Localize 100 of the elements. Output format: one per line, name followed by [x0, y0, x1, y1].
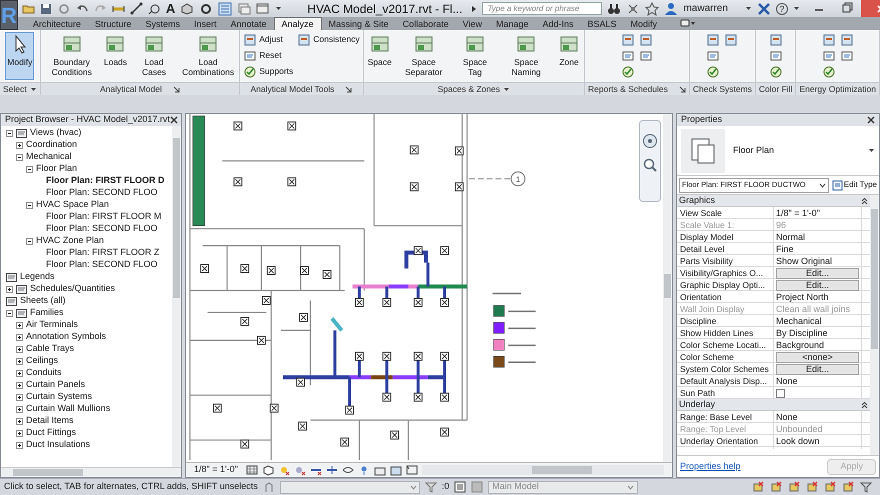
tree-toggle-icon[interactable] — [16, 322, 23, 328]
ribbon-tab[interactable]: Architecture — [26, 17, 88, 30]
close-icon[interactable] — [170, 116, 178, 124]
tree-toggle-icon[interactable] — [6, 286, 13, 292]
text-tool-button[interactable]: A — [166, 2, 176, 15]
tree-item[interactable]: Families — [30, 306, 64, 320]
caret-icon[interactable] — [30, 86, 37, 92]
tree-toggle-icon[interactable] — [16, 406, 23, 412]
property-value[interactable]: Project North — [776, 291, 829, 304]
tree-item[interactable]: Conduits — [26, 366, 62, 380]
tool-icon[interactable] — [638, 48, 653, 62]
binoculars-icon[interactable] — [607, 2, 622, 16]
ribbon-tab[interactable]: Modify — [624, 17, 664, 30]
help-link[interactable]: Properties help — [680, 460, 741, 474]
tool-icon[interactable] — [768, 32, 783, 46]
ribbon-button[interactable]: Space Separator — [394, 32, 453, 80]
tree-item[interactable]: Floor Plan — [36, 162, 78, 176]
tree-toggle-icon[interactable] — [16, 346, 23, 352]
tree-item[interactable]: Curtain Wall Mullions — [26, 402, 110, 416]
search-field[interactable]: Type a keyword or phrase — [482, 2, 602, 15]
caret-icon[interactable] — [744, 5, 752, 12]
property-button[interactable]: Edit... — [776, 364, 859, 374]
tool-icon[interactable] — [768, 48, 783, 62]
save-icon[interactable] — [40, 2, 53, 15]
ribbon-button[interactable]: Loads — [102, 32, 130, 80]
scroll-bar[interactable] — [870, 195, 879, 455]
view-scale[interactable]: 1/8" = 1'-0" — [194, 463, 238, 477]
tool-icon[interactable] — [620, 48, 635, 62]
property-value[interactable]: None — [776, 411, 798, 424]
tree-item[interactable]: Cable Trays — [26, 342, 74, 356]
aligned-dimension-icon[interactable] — [130, 2, 143, 15]
scroll-bar[interactable] — [1, 467, 181, 477]
ribbon-tab[interactable]: Add-Ins — [535, 17, 581, 30]
tree-toggle-icon[interactable] — [6, 130, 13, 136]
tree-item[interactable]: Coordination — [26, 138, 78, 152]
launcher-arrow-icon[interactable] — [678, 86, 686, 92]
ribbon-button[interactable]: Reset — [243, 48, 294, 63]
tool-icon[interactable] — [706, 48, 720, 62]
type-selector[interactable]: Floor Plan — [677, 126, 879, 176]
tree-item[interactable]: Views (hvac) — [30, 126, 82, 140]
tree-toggle-icon[interactable] — [16, 430, 23, 436]
caret-icon[interactable] — [868, 147, 875, 154]
tree-toggle-icon[interactable] — [16, 370, 23, 376]
caret-icon[interactable] — [792, 5, 800, 12]
ribbon-tab[interactable]: Massing & Site — [322, 17, 396, 30]
caret-icon[interactable] — [502, 86, 510, 92]
tree-item[interactable]: HVAC Zone Plan — [36, 234, 104, 248]
tree-item[interactable]: Floor Plan: SECOND FLOO — [46, 186, 158, 200]
collapse-chevron-icon[interactable] — [861, 400, 868, 408]
launcher-arrow-icon[interactable] — [172, 86, 180, 92]
tree-item[interactable]: Air Terminals — [26, 318, 78, 332]
ribbon-button[interactable]: Adjust — [243, 32, 294, 47]
ribbon-button[interactable]: Space — [366, 32, 394, 80]
ribbon-button[interactable]: Boundary Conditions — [42, 32, 101, 80]
exchange-icon[interactable] — [756, 2, 771, 16]
tree-item[interactable]: Sheets (all) — [20, 294, 66, 308]
tree-item[interactable]: Floor Plan: FIRST FLOOR M — [46, 210, 162, 224]
ribbon-button[interactable]: Modify — [5, 32, 34, 80]
ribbon-button[interactable]: Supports — [243, 64, 294, 79]
customize-caret-icon[interactable] — [275, 5, 282, 12]
tree-item[interactable]: Ceilings — [26, 354, 58, 368]
tree-toggle-icon[interactable] — [16, 442, 23, 448]
detail-level-icon[interactable] — [246, 464, 258, 476]
tree-item[interactable]: Schedules/Quantities — [30, 282, 116, 296]
property-value[interactable]: None — [776, 375, 798, 388]
tree-toggle-icon[interactable] — [26, 202, 33, 208]
tree-item[interactable]: Duct Insulations — [26, 438, 90, 452]
property-button[interactable]: Edit... — [776, 268, 859, 278]
tool-icon[interactable] — [822, 48, 836, 62]
temporary-hide-icon[interactable] — [342, 464, 354, 476]
tree-toggle-icon[interactable] — [16, 382, 23, 388]
property-value[interactable]: Look down — [776, 435, 820, 448]
tool-icon[interactable] — [768, 64, 783, 78]
tool-icon[interactable] — [706, 32, 720, 46]
steering-wheel-icon[interactable] — [642, 133, 658, 149]
ribbon-tab[interactable]: Annotate — [223, 17, 274, 30]
tool-icon[interactable] — [620, 64, 635, 78]
filter-icon[interactable] — [424, 481, 437, 493]
scroll-bar[interactable] — [663, 114, 672, 462]
user-icon[interactable] — [664, 2, 678, 16]
tree-toggle-icon[interactable] — [16, 358, 23, 364]
tree-item[interactable]: Annotation Symbols — [26, 330, 106, 344]
property-value[interactable]: Normal — [776, 231, 806, 244]
property-button[interactable]: <none> — [776, 352, 859, 362]
user-name[interactable]: mawarren — [683, 1, 728, 16]
tree-item[interactable]: Floor Plan: FIRST FLOOR D — [46, 174, 164, 188]
tool-icon[interactable] — [620, 32, 635, 46]
ribbon-tab[interactable]: BSALS — [580, 17, 624, 30]
tool-icon[interactable] — [840, 48, 854, 62]
scroll-bar[interactable] — [422, 465, 664, 475]
tree-item[interactable]: Floor Plan: SECOND FLOO — [46, 258, 158, 272]
ribbon-tab[interactable]: Systems — [138, 17, 187, 30]
property-value[interactable]: 1/8" = 1'-0" — [776, 207, 820, 220]
tree-item[interactable]: Mechanical — [26, 150, 72, 164]
ribbon-button[interactable]: Load Combinations — [179, 32, 238, 80]
property-value[interactable]: Background — [776, 339, 824, 352]
panel-toggle-icon[interactable] — [680, 18, 696, 28]
tree-item[interactable]: Curtain Panels — [26, 378, 86, 392]
ribbon-tab[interactable]: Insert — [186, 17, 224, 30]
tree-toggle-icon[interactable] — [16, 418, 23, 424]
